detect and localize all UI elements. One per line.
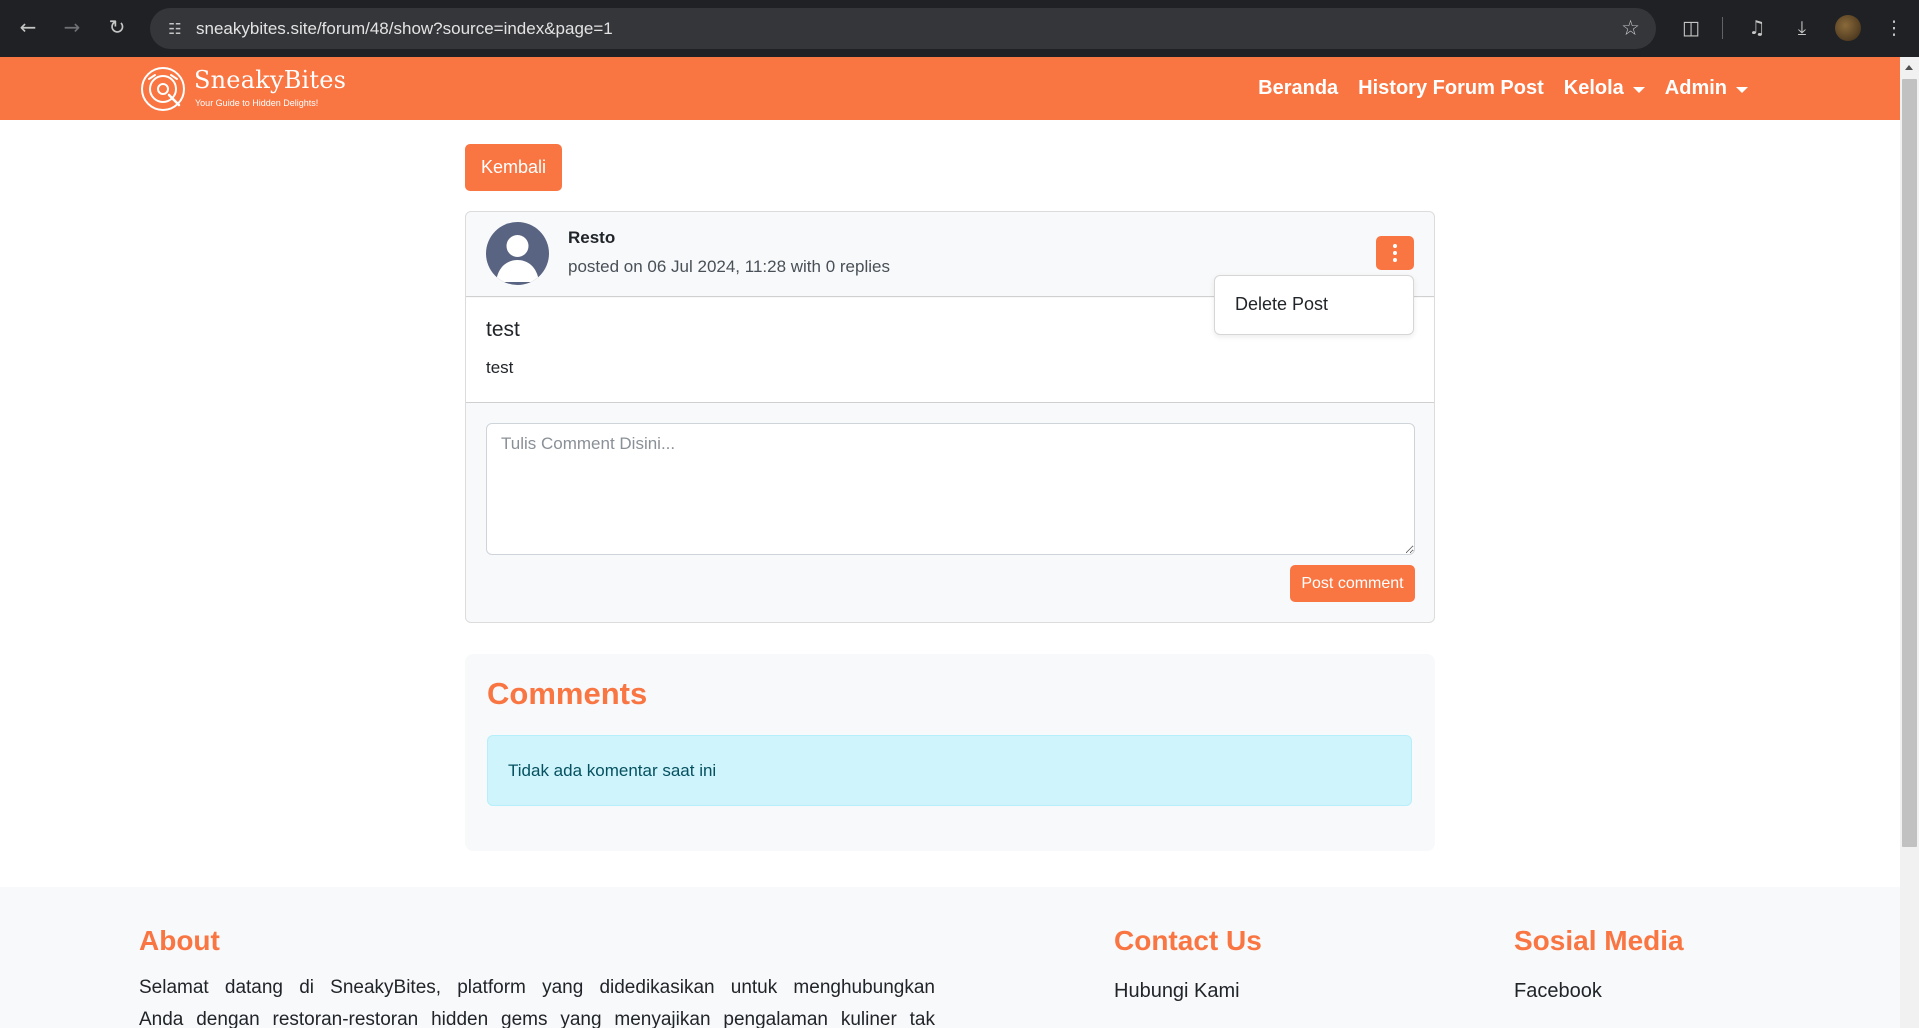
user-silhouette-icon [496,235,539,282]
site-navbar: SneakyBites Your Guide to Hidden Delight… [0,57,1900,120]
footer-contact-heading: Contact Us [1114,925,1262,956]
brand-tagline: Your Guide to Hidden Delights! [195,98,319,108]
nav-link-label: Kelola [1563,77,1624,99]
site-footer: About Selamat datang di SneakyBites, pla… [0,887,1900,1028]
download-icon[interactable]: ⤓ [1789,15,1815,41]
comments-heading: Comments [487,676,648,711]
browser-toolbar: ← → ↻ ☷ sneakybites.site/forum/48/show?s… [0,0,1919,57]
sneakybites-logo-icon [141,67,185,111]
brand-name: SneakyBites [194,66,347,94]
kebab-icon[interactable]: ⋮ [1881,15,1907,41]
avatar [486,222,549,285]
nav-link-beranda[interactable]: Beranda [1258,77,1338,100]
scroll-up-icon[interactable] [1905,65,1913,70]
post-title: test [486,318,520,341]
post-author: Resto [568,228,616,247]
toolbar-divider [1722,17,1723,39]
footer-link-facebook[interactable]: Facebook [1514,980,1602,1003]
puzzle-icon[interactable]: ◫ [1678,15,1704,41]
profile-avatar[interactable] [1835,15,1861,41]
footer-link-hubungi-kami[interactable]: Hubungi Kami [1114,980,1240,1003]
footer-about-text: Selamat datang di SneakyBites, platform … [139,972,935,1028]
page-scrollbar[interactable] [1900,57,1919,1028]
post-meta: posted on 06 Jul 2024, 11:28 with 0 repl… [568,257,890,276]
nav-link-history-forum-post[interactable]: History Forum Post [1358,77,1544,100]
nav-link-label: Admin [1664,77,1727,99]
post-options-menu: Delete Post [1214,275,1414,335]
reload-icon[interactable]: ↻ [104,14,130,40]
caret-down-icon [1736,86,1748,93]
footer-about-heading: About [139,925,220,956]
address-bar[interactable]: ☷ sneakybites.site/forum/48/show?source=… [150,8,1656,49]
about-line: Anda dengan restoran-restoran hidden gem… [139,1009,935,1028]
about-line: Selamat datang di SneakyBites, platform … [139,977,935,998]
post-comment-button[interactable]: Post comment [1290,565,1415,602]
delete-post-menu-item[interactable]: Delete Post [1235,294,1328,315]
tune-icon[interactable]: ☷ [164,18,186,40]
nav-dropdown-admin[interactable]: Admin [1665,77,1748,100]
kebab-dot [1393,258,1397,262]
arrow-right-icon[interactable]: → [59,14,85,40]
comment-input[interactable] [486,423,1415,555]
brand-logo-link[interactable]: SneakyBites Your Guide to Hidden Delight… [139,65,346,113]
forum-post-card: Resto posted on 06 Jul 2024, 11:28 with … [465,211,1435,623]
star-icon[interactable]: ☆ [1621,16,1640,41]
media-queue-icon[interactable]: ♫ [1744,15,1770,41]
back-button[interactable]: Kembali [465,144,562,191]
caret-down-icon [1632,86,1645,93]
nav-dropdown-kelola[interactable]: Kelola [1564,77,1645,100]
kebab-dot [1393,244,1397,248]
nav-links: Beranda History Forum Post Kelola Admin [1238,57,1748,120]
url-text[interactable]: sneakybites.site/forum/48/show?source=in… [196,8,613,49]
comments-section: Comments Tidak ada komentar saat ini [465,654,1435,851]
scrollbar-thumb[interactable] [1902,79,1917,847]
post-options-button[interactable] [1376,236,1414,270]
no-comments-alert: Tidak ada komentar saat ini [487,735,1412,806]
kebab-dot [1393,251,1397,255]
nav-link-label: History Forum Post [1358,77,1544,99]
arrow-left-icon[interactable]: ← [15,14,41,40]
footer-social-heading: Sosial Media [1514,925,1684,956]
post-content: test [486,358,514,377]
nav-link-label: Beranda [1258,77,1339,99]
